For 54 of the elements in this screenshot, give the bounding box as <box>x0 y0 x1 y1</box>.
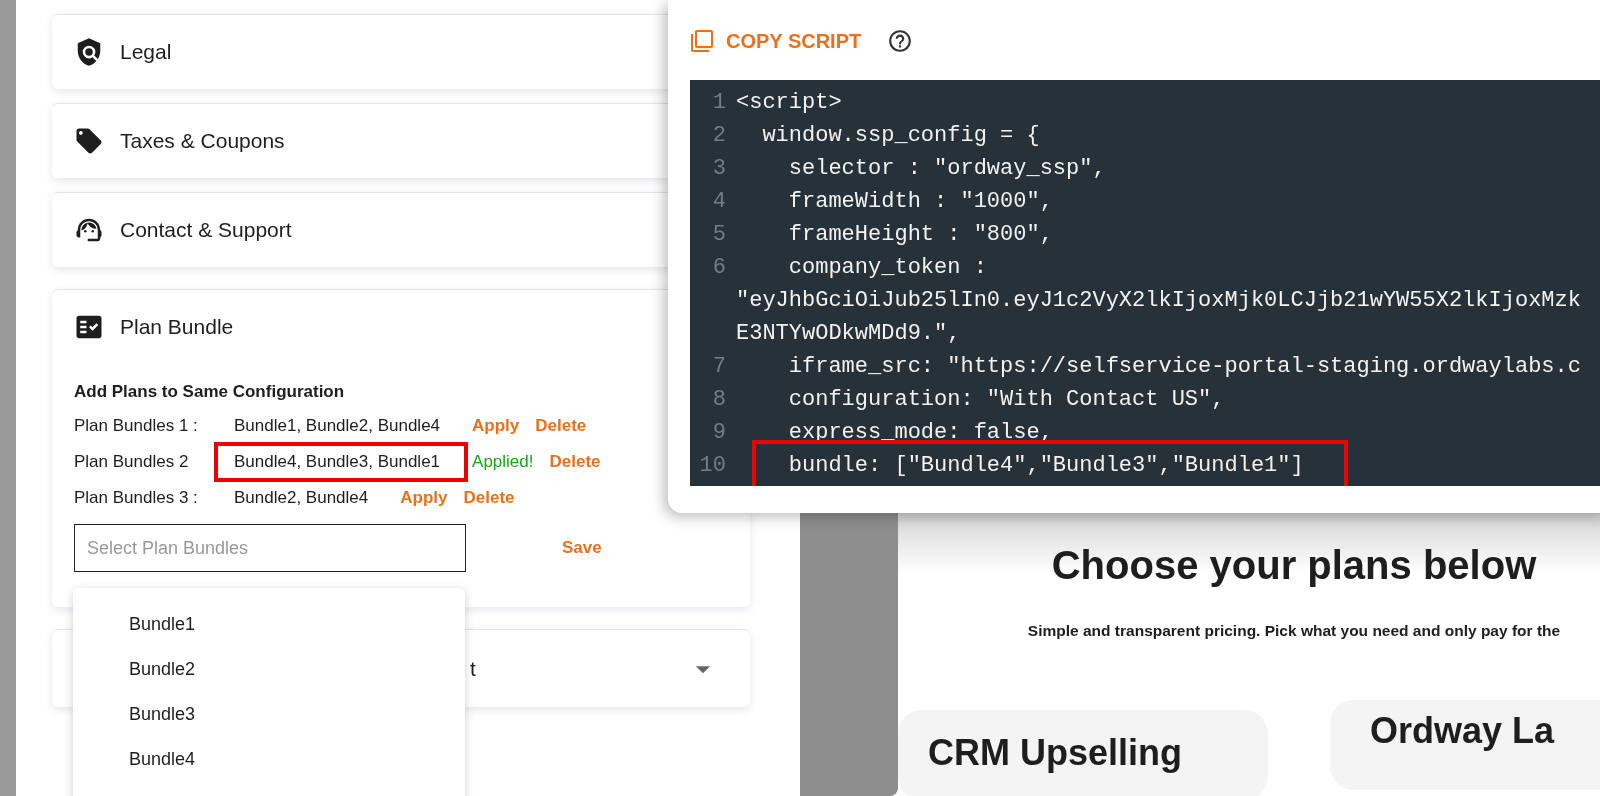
plan-card: CRM Upselling <box>898 710 1268 796</box>
code-line: frameHeight : "800", <box>787 222 1053 247</box>
line-number: 2 <box>711 123 727 148</box>
save-link[interactable]: Save <box>562 538 602 558</box>
line-number: 4 <box>711 189 727 214</box>
line-number: 7 <box>711 354 727 379</box>
line-number: 6 <box>711 255 727 280</box>
code-line: window.ssp_config = { <box>761 123 1040 148</box>
plan-card: Ordway La <box>1330 700 1600 790</box>
code-line: "eyJhbGciOiJub25lIn0.eyJ1c2VyX2lkIjoxMjk0LCJjb21wYW55X2lkIjoxMzk <box>736 288 1581 313</box>
bundle-label: Plan Bundles 2 <box>74 452 190 472</box>
code-line: E3NTYwODkwMDd9.", <box>736 321 961 346</box>
dropdown-option[interactable]: Bundle4 <box>73 737 465 782</box>
code-line: frameWidth : "1000", <box>787 189 1053 214</box>
applied-status[interactable]: Applied! <box>472 452 534 472</box>
line-number: 5 <box>711 222 727 247</box>
line-number: 9 <box>711 420 727 445</box>
help-icon[interactable] <box>887 28 914 54</box>
code-line: iframe_src: "https://selfservice-portal-staging.ordwaylabs.c <box>787 354 1581 379</box>
section-label: t <box>470 656 476 681</box>
dropdown-option[interactable]: Bundle3 <box>73 692 465 737</box>
code-line: configuration: "With Contact US", <box>787 387 1225 412</box>
code-line: selector : "ordway_ssp", <box>787 156 1106 181</box>
section-label: Plan Bundle <box>120 315 234 339</box>
dropdown-option[interactable]: Bundle2 <box>73 647 465 692</box>
delete-link[interactable]: Delete <box>549 452 601 472</box>
copy-icon <box>690 29 714 53</box>
bundle-label: Plan Bundles 1 : <box>74 416 199 436</box>
dropdown-option[interactable]: Bundle1 <box>73 602 465 647</box>
code-line: express_mode: false, <box>787 420 1053 445</box>
bundle-list: Bundle2, Bundle4 <box>234 488 369 507</box>
delete-link[interactable]: Delete <box>463 488 515 508</box>
line-number: 10 <box>698 453 727 478</box>
bundle-list: Bundle4, Bundle3, Bundle1 <box>234 452 441 471</box>
bundle-label: Plan Bundles 3 : <box>74 488 199 508</box>
bundle-list: Bundle1, Bundle2, Bundle4 <box>234 416 441 435</box>
section-label: Contact & Support <box>120 218 292 242</box>
tag-icon <box>74 126 104 156</box>
code-line: bundle: ["Bundle4","Bundle3","Bundle1"] <box>787 453 1304 478</box>
code-line: <script> <box>736 90 842 115</box>
delete-link[interactable]: Delete <box>535 416 587 436</box>
section-label: Legal <box>120 40 172 64</box>
line-number: 1 <box>711 90 727 115</box>
section-subtitle: Add Plans to Same Configuration <box>74 382 345 402</box>
code-line: company_token : <box>787 255 987 280</box>
apply-link[interactable]: Apply <box>400 488 448 508</box>
line-number: 8 <box>711 387 727 412</box>
line-number: 3 <box>711 156 727 181</box>
apply-link[interactable]: Apply <box>472 416 520 436</box>
page-heading: Choose your plans below <box>1051 543 1537 588</box>
section-label: Taxes & Coupons <box>120 129 285 153</box>
select-field[interactable]: Select Plan Bundles <box>74 524 466 572</box>
page-subtitle: Simple and transparent pricing. Pick what you need and only pay for the <box>1027 622 1561 640</box>
copy-script-button[interactable]: COPY SCRIPT <box>690 29 862 53</box>
